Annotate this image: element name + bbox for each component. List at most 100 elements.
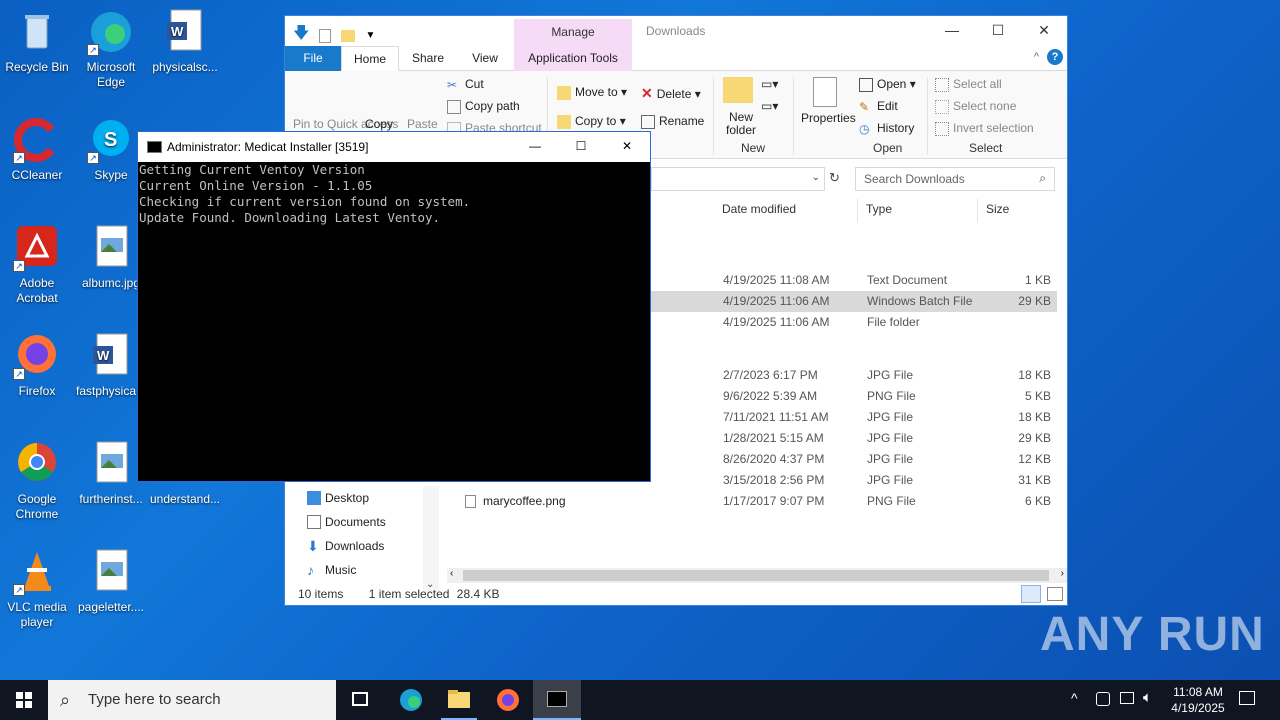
new-folder-button[interactable]: New folder bbox=[721, 111, 761, 137]
console-output[interactable]: Getting Current Ventoy Version Current O… bbox=[138, 162, 650, 481]
properties-check-icon[interactable] bbox=[319, 28, 332, 43]
notifications-icon[interactable] bbox=[1239, 691, 1255, 705]
select-all-icon bbox=[935, 77, 949, 92]
manage-tab-header: Manage bbox=[514, 19, 632, 46]
details-view-icon[interactable] bbox=[1021, 585, 1041, 603]
history-button[interactable]: ◷ History bbox=[859, 121, 914, 136]
acrobat-icon: ↗ bbox=[13, 224, 61, 272]
desktop-icon-physicalsc[interactable]: W physicalsc... bbox=[148, 8, 222, 75]
refresh-icon[interactable]: ↻ bbox=[829, 170, 840, 186]
nav-item-desktop[interactable]: Desktop bbox=[285, 486, 441, 510]
copy-button[interactable]: Copy bbox=[365, 117, 393, 131]
help-icon[interactable]: ? bbox=[1047, 49, 1063, 65]
image-file-icon bbox=[87, 224, 135, 272]
invert-selection-button[interactable]: Invert selection bbox=[935, 121, 1034, 136]
easy-access-icon[interactable]: ▭▾ bbox=[761, 99, 778, 113]
console-window[interactable]: Administrator: Medicat Installer [3519] … bbox=[137, 131, 651, 482]
large-icons-view-icon[interactable] bbox=[1047, 587, 1063, 601]
folder-icon[interactable] bbox=[341, 29, 356, 42]
desktop-icon-pageletter[interactable]: pageletter.... bbox=[74, 548, 148, 615]
file-type: JPG File bbox=[867, 473, 914, 487]
collapse-ribbon-icon[interactable]: ^ bbox=[1034, 51, 1039, 63]
search-icon: ⌕ bbox=[60, 690, 71, 710]
tab-file[interactable]: File bbox=[285, 46, 341, 71]
display-icon[interactable] bbox=[1120, 692, 1134, 704]
minimize-button[interactable]: — bbox=[929, 16, 975, 46]
paste-button[interactable]: Paste bbox=[407, 117, 438, 131]
nav-item-music[interactable]: ♪ Music bbox=[285, 558, 441, 582]
copy-to-button[interactable]: Copy to ▾ bbox=[557, 114, 626, 129]
open-button[interactable]: Open ▾ bbox=[859, 77, 916, 92]
copy-path-button[interactable]: Copy path bbox=[447, 99, 520, 114]
maximize-button[interactable]: ☐ bbox=[975, 16, 1021, 46]
taskbar-search-input[interactable]: ⌕ Type here to search bbox=[48, 680, 336, 720]
edit-button[interactable]: ✎ Edit bbox=[859, 99, 898, 114]
desktop-icon-vlc[interactable]: ↗ VLC media player bbox=[0, 548, 74, 630]
explorer-titlebar[interactable]: 🡇 ▼ Manage Downloads — ☐ ✕ bbox=[285, 16, 1067, 46]
column-header-type[interactable]: Type bbox=[866, 202, 892, 216]
volume-icon[interactable]: 🔈︎ bbox=[1143, 689, 1152, 706]
desktop-icon-chrome[interactable]: Google Chrome bbox=[0, 440, 74, 522]
file-size: 12 KB bbox=[1018, 452, 1051, 466]
taskbar-clock[interactable]: 11:08 AM 4/19/2025 bbox=[1162, 684, 1234, 716]
chevron-down-icon[interactable]: ▼ bbox=[365, 30, 375, 41]
cut-button[interactable]: ✂ Cut bbox=[447, 77, 484, 92]
delete-x-icon: ✕ bbox=[641, 85, 653, 101]
file-size: 29 KB bbox=[1018, 294, 1051, 308]
image-file-icon bbox=[87, 440, 135, 488]
task-view-button[interactable] bbox=[336, 680, 384, 720]
file-date: 7/11/2021 11:51 AM bbox=[723, 410, 829, 424]
desktop-icon-firefox[interactable]: ↗ Firefox bbox=[0, 332, 74, 399]
column-headers: Date modified Type Size bbox=[715, 199, 1067, 223]
down-arrow-icon[interactable]: 🡇 bbox=[293, 22, 309, 49]
edge-icon: ↗ bbox=[87, 8, 135, 56]
scroll-left-arrow-icon[interactable]: ‹ bbox=[450, 568, 453, 579]
delete-button[interactable]: ✕ Delete ▾ bbox=[641, 85, 701, 102]
file-type: PNG File bbox=[867, 494, 916, 508]
scrollbar-thumb[interactable] bbox=[463, 570, 1049, 581]
scroll-right-arrow-icon[interactable]: › bbox=[1061, 568, 1064, 579]
move-to-button[interactable]: Move to ▾ bbox=[557, 85, 627, 100]
select-all-button[interactable]: Select all bbox=[935, 77, 1002, 92]
column-header-size[interactable]: Size bbox=[986, 202, 1009, 216]
tab-share[interactable]: Share bbox=[399, 46, 457, 71]
new-item-icon[interactable]: ▭▾ bbox=[761, 77, 778, 91]
select-none-button[interactable]: Select none bbox=[935, 99, 1016, 114]
nav-item-documents[interactable]: Documents bbox=[285, 510, 441, 534]
taskbar-console-button[interactable] bbox=[533, 680, 581, 720]
properties-button[interactable]: Properties bbox=[801, 111, 856, 125]
search-input[interactable]: Search Downloads ⌕ bbox=[855, 167, 1055, 191]
tab-application-tools[interactable]: Application Tools bbox=[514, 46, 632, 71]
rename-button[interactable]: Rename bbox=[641, 114, 704, 129]
file-row[interactable]: marycoffee.png 1/17/2017 9:07 PM PNG File 6… bbox=[441, 491, 1057, 512]
console-minimize-button[interactable]: — bbox=[512, 132, 558, 162]
file-type: PNG File bbox=[867, 389, 916, 403]
file-type: JPG File bbox=[867, 431, 914, 445]
image-file-icon bbox=[87, 548, 135, 596]
horizontal-scrollbar[interactable]: ‹ › bbox=[447, 568, 1067, 583]
nav-item-downloads[interactable]: ⬇ Downloads bbox=[285, 534, 441, 558]
column-header-date[interactable]: Date modified bbox=[722, 202, 796, 216]
desktop-icon-edge[interactable]: ↗ Microsoft Edge bbox=[74, 8, 148, 90]
close-button[interactable]: ✕ bbox=[1021, 16, 1067, 46]
chevron-up-icon[interactable]: ^ bbox=[1071, 690, 1078, 706]
taskbar-explorer-button[interactable] bbox=[435, 680, 483, 720]
taskbar-edge-button[interactable] bbox=[387, 680, 435, 720]
console-titlebar[interactable]: Administrator: Medicat Installer [3519] … bbox=[138, 132, 650, 162]
start-button[interactable] bbox=[0, 680, 48, 720]
file-type: Text Document bbox=[867, 273, 948, 287]
desktop-icon-ccleaner[interactable]: ↗ CCleaner bbox=[0, 116, 74, 183]
chevron-down-icon[interactable]: ⌄ bbox=[812, 172, 820, 183]
desktop-icon-acrobat[interactable]: ↗ Adobe Acrobat bbox=[0, 224, 74, 306]
console-close-button[interactable]: ✕ bbox=[604, 132, 650, 162]
tab-view[interactable]: View bbox=[457, 46, 513, 71]
tab-home[interactable]: Home bbox=[341, 46, 399, 71]
nav-scrollbar[interactable]: ⌄ bbox=[423, 486, 439, 592]
edit-pencil-icon: ✎ bbox=[859, 99, 870, 114]
console-maximize-button[interactable]: ☐ bbox=[558, 132, 604, 162]
network-icon[interactable] bbox=[1096, 692, 1110, 706]
file-type: JPG File bbox=[867, 368, 914, 382]
taskbar-firefox-button[interactable] bbox=[484, 680, 532, 720]
address-bar[interactable]: ⌄ bbox=[651, 167, 825, 191]
desktop-icon-recycle-bin[interactable]: Recycle Bin bbox=[0, 8, 74, 75]
